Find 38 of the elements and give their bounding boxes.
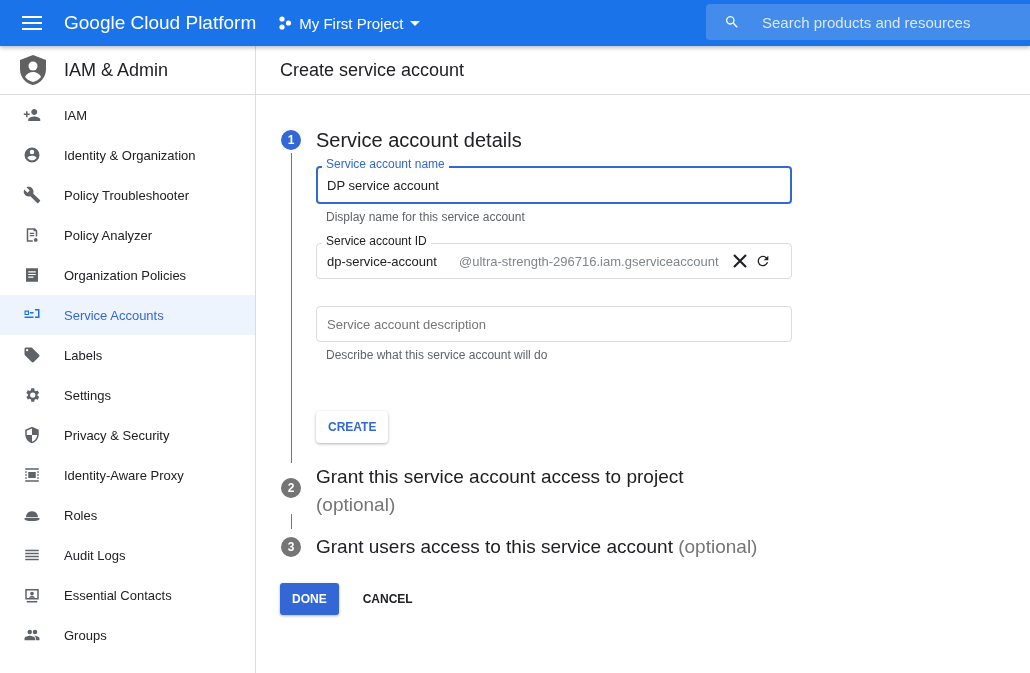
sidebar-item[interactable]: Service Accounts bbox=[0, 295, 255, 335]
step-title: Service account details bbox=[316, 128, 523, 152]
sidebar-item[interactable]: Policy Analyzer bbox=[0, 215, 255, 255]
sidebar-item[interactable]: Settings bbox=[0, 375, 255, 415]
sidebar-item[interactable]: Privacy & Security bbox=[0, 415, 255, 455]
step-number: 2 bbox=[281, 478, 301, 498]
step-number: 3 bbox=[281, 537, 301, 557]
brand-name[interactable]: Google Cloud Platform bbox=[64, 12, 257, 34]
step-number: 1 bbox=[281, 130, 301, 150]
sidebar-item[interactable]: Essential Contacts bbox=[0, 575, 255, 615]
sidebar-item[interactable]: Labels bbox=[0, 335, 255, 375]
field-label: Service account ID bbox=[322, 234, 431, 248]
sidebar-item[interactable]: Policy Troubleshooter bbox=[0, 175, 255, 215]
field-hint: Describe what this service account will do bbox=[325, 347, 549, 362]
description-field[interactable]: Service account description bbox=[316, 306, 792, 342]
sidebar-item[interactable]: Organization Policies bbox=[0, 255, 255, 295]
done-button[interactable]: DONE bbox=[280, 583, 339, 615]
cancel-button[interactable]: CANCEL bbox=[350, 583, 425, 615]
text-input[interactable]: Service account description bbox=[327, 316, 781, 332]
sidebar-item[interactable]: Roles bbox=[0, 495, 255, 535]
id-suffix: @ultra-strength-296716.iam.gserviceaccount bbox=[459, 253, 719, 269]
sidebar-item[interactable]: IAM bbox=[0, 95, 255, 135]
field-label: Service account name bbox=[322, 157, 449, 171]
search-input[interactable]: Search products and resources bbox=[760, 12, 1004, 32]
text-input[interactable]: dp-service-account bbox=[327, 253, 451, 269]
text-input[interactable]: DP service account bbox=[327, 177, 781, 193]
project-selector[interactable]: My First Project bbox=[278, 14, 421, 32]
step-title: Grant this service account access to project (optional) bbox=[316, 465, 685, 517]
create-button[interactable]: CREATE bbox=[316, 411, 389, 443]
sidebar-item[interactable]: Audit Logs bbox=[0, 535, 255, 575]
page-title: Create service account bbox=[280, 59, 465, 81]
step-title: Grant users access to this service account (optional) bbox=[316, 535, 759, 559]
sidebar-item[interactable]: Identity-Aware Proxy bbox=[0, 455, 255, 495]
search-field[interactable]: Search products and resources bbox=[706, 4, 1030, 40]
field-hint: Display name for this service account bbox=[325, 209, 526, 224]
sidebar-title: IAM & Admin bbox=[64, 59, 169, 81]
sidebar-item[interactable]: Groups bbox=[0, 615, 255, 655]
sidebar-item[interactable]: Identity & Organization bbox=[0, 135, 255, 175]
